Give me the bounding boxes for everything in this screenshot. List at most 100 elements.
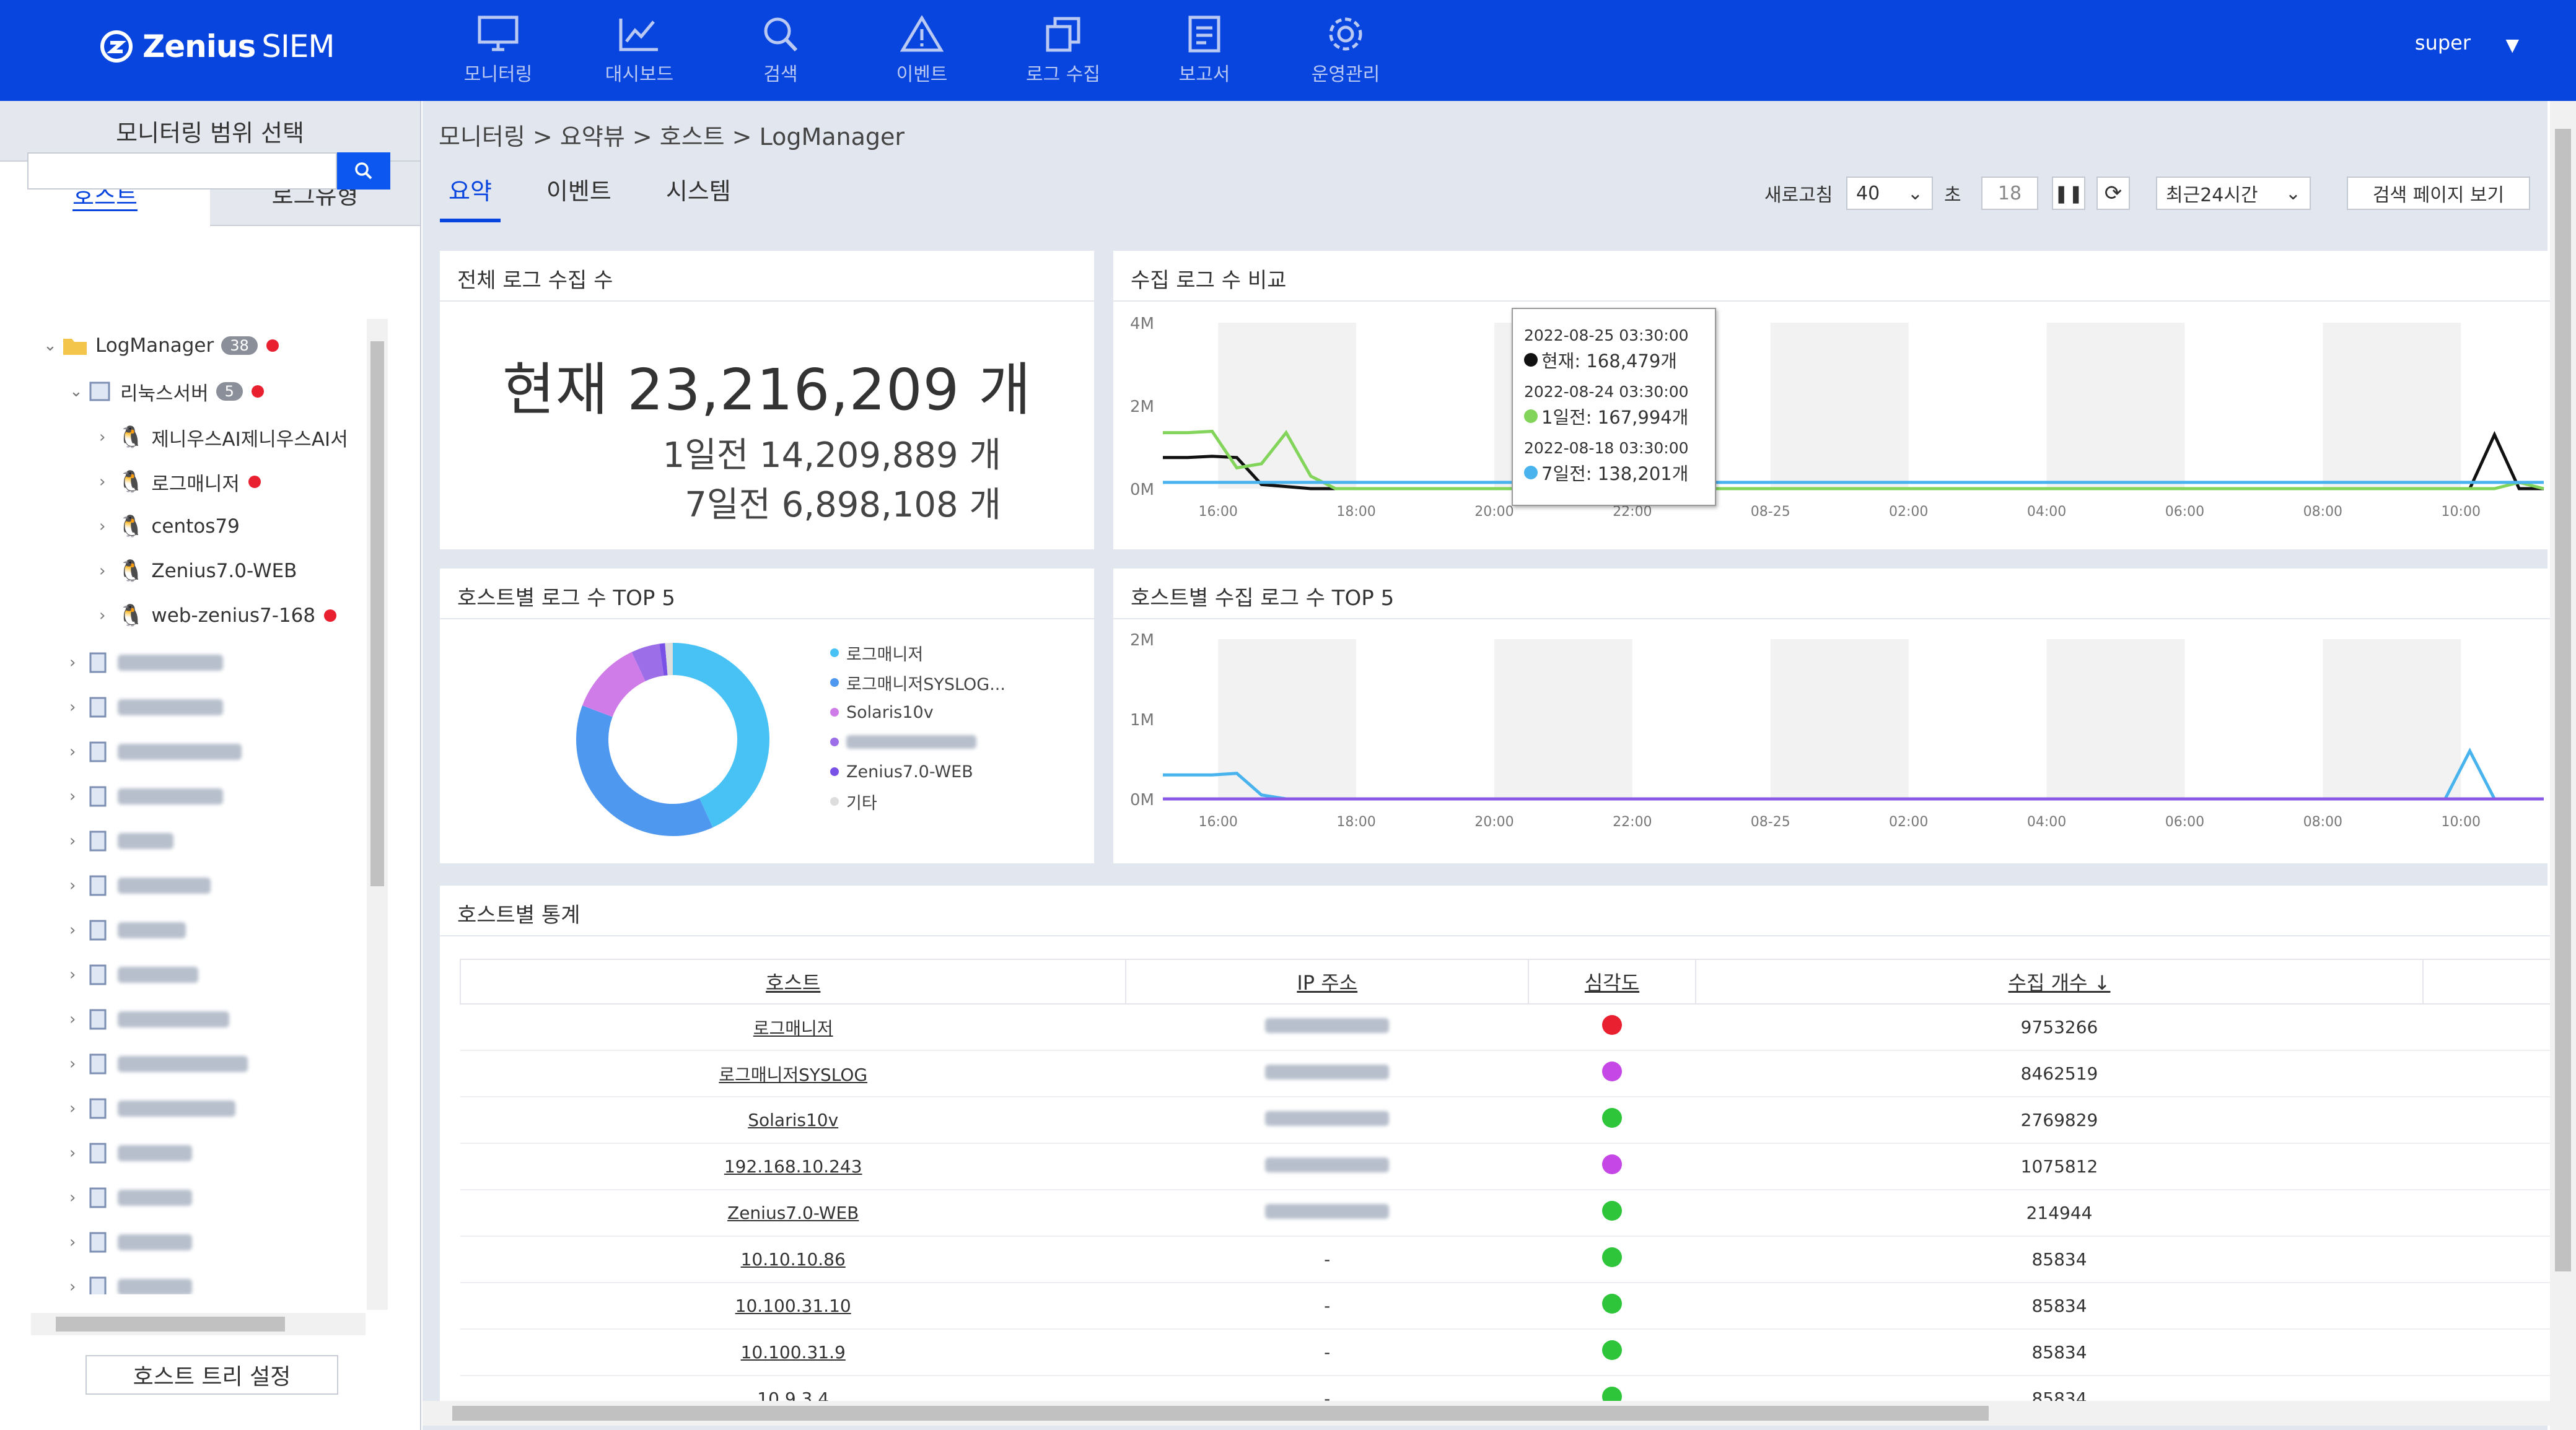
nav-report[interactable]: 보고서 <box>1134 0 1275 101</box>
host-cell[interactable]: 10.100.31.10 <box>460 1283 1126 1330</box>
nav-admin[interactable]: 운영관리 <box>1275 0 1416 101</box>
tab-summary[interactable]: 요약 <box>440 162 501 222</box>
tree-node-host[interactable]: › <box>69 1001 229 1038</box>
pause-button[interactable]: ❚❚ <box>2052 176 2085 211</box>
scroll-thumb[interactable] <box>370 341 384 886</box>
tree-node-host[interactable]: › <box>69 912 186 949</box>
search-page-button[interactable]: 검색 페이지 보기 <box>2347 176 2530 211</box>
tree-node-host[interactable]: › <box>69 689 223 726</box>
page-vertical-scrollbar[interactable] <box>2550 101 2576 1430</box>
chevron-right-icon[interactable]: › <box>69 1188 88 1207</box>
chevron-right-icon[interactable]: › <box>99 562 118 580</box>
tree-vertical-scrollbar[interactable] <box>367 319 388 1310</box>
user-name[interactable]: super <box>2415 31 2471 54</box>
reload-button[interactable]: ⟳ <box>2096 176 2130 211</box>
table-row[interactable]: 10.10.10.86 - 85834 <box>460 1236 2572 1283</box>
scroll-thumb[interactable] <box>56 1317 285 1332</box>
tree-node-host[interactable]: › <box>69 867 211 904</box>
chevron-right-icon[interactable]: › <box>69 1144 88 1162</box>
chevron-right-icon[interactable]: › <box>69 1233 88 1252</box>
host-cell[interactable]: Solaris10v <box>460 1097 1126 1144</box>
host-search-input[interactable] <box>27 152 337 190</box>
app-logo[interactable]: Zenius SIEM <box>99 28 335 64</box>
chevron-right-icon[interactable]: › <box>69 876 88 895</box>
tree-node-host[interactable]: › <box>69 778 223 815</box>
tree-node-host[interactable]: › <box>69 1179 192 1216</box>
legend-item[interactable]: Solaris10v <box>830 697 1005 727</box>
col-count[interactable]: 수집 개수 ↓ <box>1694 959 2424 1005</box>
scroll-thumb[interactable] <box>452 1406 1989 1421</box>
host-search-button[interactable] <box>337 152 390 190</box>
host-cell[interactable]: 192.168.10.243 <box>460 1143 1126 1190</box>
host-tree-settings-button[interactable]: 호스트 트리 설정 <box>85 1355 338 1395</box>
chevron-right-icon[interactable]: › <box>69 1010 88 1029</box>
table-row[interactable]: 192.168.10.243 1075812 <box>460 1143 2572 1190</box>
tree-node-host[interactable]: › 🐧 제니우스AI제니우스AI서 <box>99 419 348 456</box>
chevron-right-icon[interactable]: › <box>69 921 88 940</box>
chevron-right-icon[interactable]: › <box>69 698 88 717</box>
chevron-right-icon[interactable]: › <box>69 1278 88 1294</box>
col-ip[interactable]: IP 주소 <box>1125 959 1530 1005</box>
legend-item[interactable]: 기타 <box>830 787 1005 816</box>
tree-node-host[interactable]: › <box>69 1224 192 1261</box>
chevron-right-icon[interactable]: › <box>99 606 118 625</box>
table-row[interactable]: 로그매니저SYSLOG 8462519 <box>460 1050 2572 1097</box>
time-range-select[interactable]: 최근24시간 ⌄ <box>2156 176 2311 211</box>
chevron-right-icon[interactable]: › <box>69 787 88 806</box>
chevron-right-icon[interactable]: › <box>99 517 118 536</box>
tree-node-host[interactable]: › <box>69 822 173 860</box>
table-row[interactable]: 10.100.31.9 - 85834 <box>460 1329 2572 1376</box>
tree-node-host[interactable]: › 🐧 Zenius7.0-WEB <box>99 552 297 590</box>
legend-item[interactable] <box>830 727 1005 757</box>
tab-system[interactable]: 시스템 <box>657 162 740 222</box>
tree-node-host[interactable]: › 🐧 로그매니저 <box>99 463 261 500</box>
tree-node-host[interactable]: › 🐧 web-zenius7-168 <box>99 597 337 634</box>
tree-node-root[interactable]: ⌄ LogManager 38 <box>43 327 279 364</box>
tree-node-host[interactable]: › <box>69 733 242 770</box>
chevron-right-icon[interactable]: › <box>69 966 88 984</box>
tree-node-host[interactable]: › <box>69 1090 235 1127</box>
nav-log-collect[interactable]: 로그 수집 <box>992 0 1134 101</box>
tree-node-host[interactable]: › <box>69 1135 192 1172</box>
chevron-right-icon[interactable]: › <box>99 473 118 491</box>
tree-node-host[interactable]: › <box>69 956 198 993</box>
table-row[interactable]: Solaris10v 2769829 <box>460 1097 2572 1144</box>
host-cell[interactable]: 10.10.10.86 <box>460 1236 1126 1283</box>
chevron-right-icon[interactable]: › <box>69 1055 88 1073</box>
scroll-thumb[interactable] <box>2555 129 2571 1271</box>
tree-node-group[interactable]: ⌄ 리눅스서버 5 <box>69 373 264 410</box>
tree-node-host[interactable]: › <box>69 1268 192 1294</box>
refresh-select[interactable]: 40 ⌄ <box>1846 176 1933 211</box>
chevron-down-icon[interactable]: ⌄ <box>69 382 88 401</box>
legend-item[interactable]: Zenius7.0-WEB <box>830 757 1005 787</box>
nav-event[interactable]: 이벤트 <box>851 0 992 101</box>
host-cell[interactable]: 로그매니저SYSLOG <box>460 1050 1126 1097</box>
host-cell[interactable]: 로그매니저 <box>460 1004 1126 1051</box>
legend-item[interactable]: 로그매니저 <box>830 638 1005 668</box>
tree-horizontal-scrollbar[interactable] <box>31 1313 366 1335</box>
chevron-right-icon[interactable]: › <box>69 653 88 672</box>
nav-dashboard[interactable]: 대시보드 <box>569 0 710 101</box>
folder-icon <box>63 339 87 355</box>
tree-node-host[interactable]: › <box>69 644 223 681</box>
chevron-right-icon[interactable]: › <box>69 832 88 850</box>
page-horizontal-scrollbar[interactable] <box>423 1401 2550 1426</box>
nav-search[interactable]: 검색 <box>710 0 851 101</box>
chevron-down-icon[interactable]: ▼ <box>2505 35 2519 55</box>
chevron-right-icon[interactable]: › <box>69 743 88 761</box>
nav-monitoring[interactable]: 모니터링 <box>427 0 569 101</box>
table-row[interactable]: Zenius7.0-WEB 214944 <box>460 1190 2572 1237</box>
col-host[interactable]: 호스트 <box>459 959 1127 1005</box>
col-severity[interactable]: 심각도 <box>1528 959 1696 1005</box>
tab-events[interactable]: 이벤트 <box>538 162 620 222</box>
host-cell[interactable]: Zenius7.0-WEB <box>460 1190 1126 1237</box>
tree-node-host[interactable]: › <box>69 1045 248 1083</box>
chevron-down-icon[interactable]: ⌄ <box>43 336 62 355</box>
table-row[interactable]: 로그매니저 9753266 <box>460 1004 2572 1051</box>
chevron-right-icon[interactable]: › <box>99 428 118 447</box>
host-cell[interactable]: 10.100.31.9 <box>460 1329 1126 1376</box>
tree-node-host[interactable]: › 🐧 centos79 <box>99 508 240 545</box>
legend-item[interactable]: 로그매니저SYSLOG... <box>830 668 1005 697</box>
table-row[interactable]: 10.100.31.10 - 85834 <box>460 1283 2572 1330</box>
chevron-right-icon[interactable]: › <box>69 1099 88 1118</box>
